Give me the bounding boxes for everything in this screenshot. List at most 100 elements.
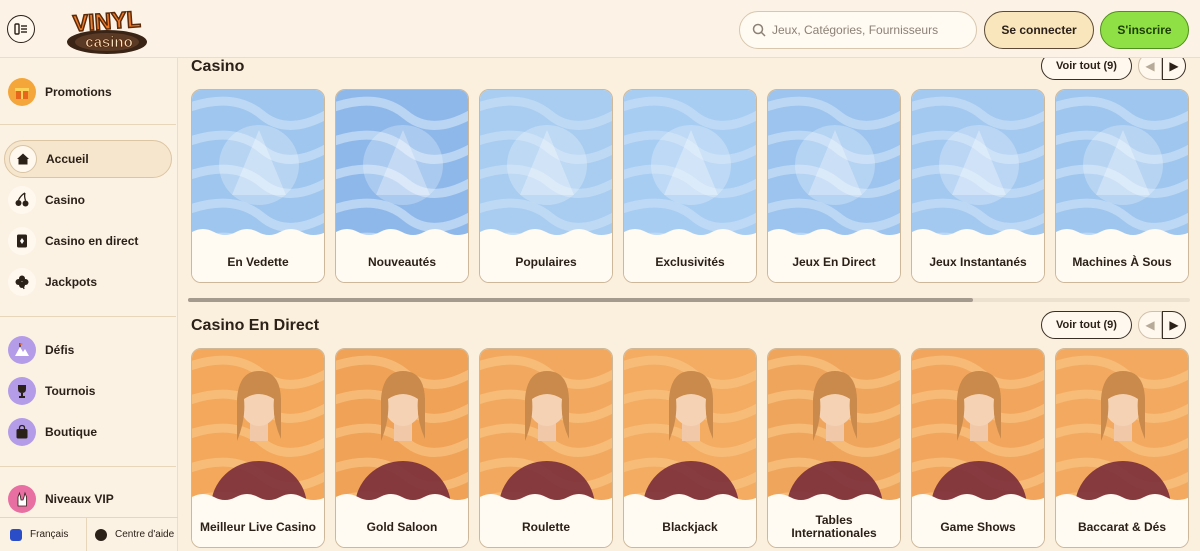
sidebar-footer: Français Centre d'aide (0, 517, 178, 551)
live-casino-card-row: Meilleur Live Casino Gold Saloon Roulette B… (191, 348, 1189, 548)
game-category-card[interactable]: Nouveautés (335, 89, 469, 283)
signup-button[interactable]: S'inscrire (1100, 11, 1189, 49)
card-label: Jeux En Direct (768, 242, 900, 282)
game-category-card[interactable]: Baccarat & Dés (1055, 348, 1189, 548)
game-category-card[interactable]: Populaires (479, 89, 613, 283)
see-all-casino-button[interactable]: Voir tout (9) (1041, 58, 1132, 80)
casino-next-button[interactable]: ▶ (1162, 58, 1186, 80)
chevron-right-icon: ▶ (1169, 59, 1179, 73)
sidebar-item-vip[interactable]: Niveaux VIP (4, 480, 172, 518)
card-artwork (1056, 349, 1188, 507)
sidebar-item-live-casino[interactable]: Casino en direct (4, 222, 172, 260)
search-icon (752, 23, 766, 37)
horizontal-scrollbar[interactable] (188, 298, 973, 302)
casino-card-row: En Vedette Nouveautés Populaires Exclusivit… (191, 89, 1189, 283)
live-casino-next-button[interactable]: ▶ (1162, 311, 1186, 339)
sidebar-divider (0, 466, 176, 467)
header: VINYL casino Se connecter S'inscrire (0, 0, 1200, 58)
sidebar-item-label: Défis (45, 343, 75, 357)
card-label: En Vedette (192, 242, 324, 282)
sidebar-item-promotions[interactable]: Promotions (4, 73, 172, 111)
clover-icon (8, 268, 36, 296)
game-category-card[interactable]: Roulette (479, 348, 613, 548)
login-button[interactable]: Se connecter (984, 11, 1094, 49)
search-bar[interactable] (739, 11, 977, 49)
sidebar-item-label: Accueil (46, 152, 89, 166)
card-artwork (768, 90, 900, 242)
card-label: Game Shows (912, 507, 1044, 547)
game-category-card[interactable]: Gold Saloon (335, 348, 469, 548)
trophy-icon (8, 377, 36, 405)
card-artwork (480, 349, 612, 507)
game-category-card[interactable]: Meilleur Live Casino (191, 348, 325, 548)
card-label: Blackjack (624, 507, 756, 547)
card-artwork (192, 90, 324, 242)
section-title-casino: Casino (191, 58, 245, 75)
menu-icon (14, 23, 27, 35)
sidebar-item-casino[interactable]: Casino (4, 181, 172, 219)
sidebar-toggle-button[interactable] (7, 15, 35, 43)
card-label: Tables Internationales (768, 507, 900, 547)
help-label: Centre d'aide (115, 529, 175, 540)
language-selector[interactable]: Français (0, 528, 86, 541)
globe-icon (10, 528, 22, 541)
sidebar-divider (0, 124, 176, 125)
chevron-right-icon: ▶ (1169, 318, 1179, 332)
card-artwork (192, 349, 324, 507)
home-icon (9, 145, 37, 173)
card-artwork (624, 349, 756, 507)
sidebar-item-label: Jackpots (45, 275, 98, 289)
casino-prev-button[interactable]: ◀ (1138, 58, 1162, 80)
sidebar-item-label: Tournois (45, 384, 96, 398)
rock-hand-icon (8, 485, 36, 513)
card-label: Meilleur Live Casino (192, 507, 324, 547)
help-icon (95, 528, 107, 541)
live-casino-prev-button[interactable]: ◀ (1138, 311, 1162, 339)
chevron-left-icon: ◀ (1145, 318, 1155, 332)
sidebar-item-jackpots[interactable]: Jackpots (4, 263, 172, 301)
card-artwork (336, 90, 468, 242)
game-category-card[interactable]: Jeux Instantanés (911, 89, 1045, 283)
sidebar-divider (0, 316, 176, 317)
game-category-card[interactable]: Exclusivités (623, 89, 757, 283)
see-all-live-casino-button[interactable]: Voir tout (9) (1041, 311, 1132, 339)
sidebar-item-tournaments[interactable]: Tournois (4, 372, 172, 410)
cherries-icon (8, 186, 36, 214)
game-category-card[interactable]: En Vedette (191, 89, 325, 283)
card-artwork (624, 90, 756, 242)
search-input[interactable] (772, 23, 962, 37)
sidebar-item-home[interactable]: Accueil (4, 140, 172, 178)
logo-text-bottom: casino (85, 34, 133, 51)
game-category-card[interactable]: Jeux En Direct (767, 89, 901, 283)
live-cards-icon (8, 227, 36, 255)
game-category-card[interactable]: Tables Internationales (767, 348, 901, 548)
sidebar-item-shop[interactable]: Boutique (4, 413, 172, 451)
card-label: Exclusivités (624, 242, 756, 282)
shopping-bag-icon (8, 418, 36, 446)
mountain-icon (8, 336, 36, 364)
card-label: Gold Saloon (336, 507, 468, 547)
game-category-card[interactable]: Blackjack (623, 348, 757, 548)
sidebar-item-challenges[interactable]: Défis (4, 331, 172, 369)
card-label: Populaires (480, 242, 612, 282)
sidebar-item-label: Niveaux VIP (45, 492, 114, 506)
game-category-card[interactable]: Game Shows (911, 348, 1045, 548)
help-center-link[interactable]: Centre d'aide (86, 517, 175, 551)
language-label: Français (30, 529, 69, 540)
sidebar-item-label: Casino en direct (45, 234, 139, 248)
sidebar-item-label: Promotions (45, 85, 112, 99)
sidebar-item-label: Casino (45, 193, 86, 207)
card-label: Machines À Sous (1056, 242, 1188, 282)
vinyl-casino-logo[interactable]: VINYL casino (60, 2, 154, 56)
sidebar: Promotions Accueil Casino Casino en dire… (0, 58, 178, 551)
card-artwork (912, 349, 1044, 507)
card-artwork (480, 90, 612, 242)
game-category-card[interactable]: Machines À Sous (1055, 89, 1189, 283)
card-artwork (336, 349, 468, 507)
card-artwork (768, 349, 900, 507)
card-artwork (912, 90, 1044, 242)
chevron-left-icon: ◀ (1145, 59, 1155, 73)
section-title-live-casino: Casino En Direct (191, 317, 320, 334)
card-label: Baccarat & Dés (1056, 507, 1188, 547)
card-label: Roulette (480, 507, 612, 547)
